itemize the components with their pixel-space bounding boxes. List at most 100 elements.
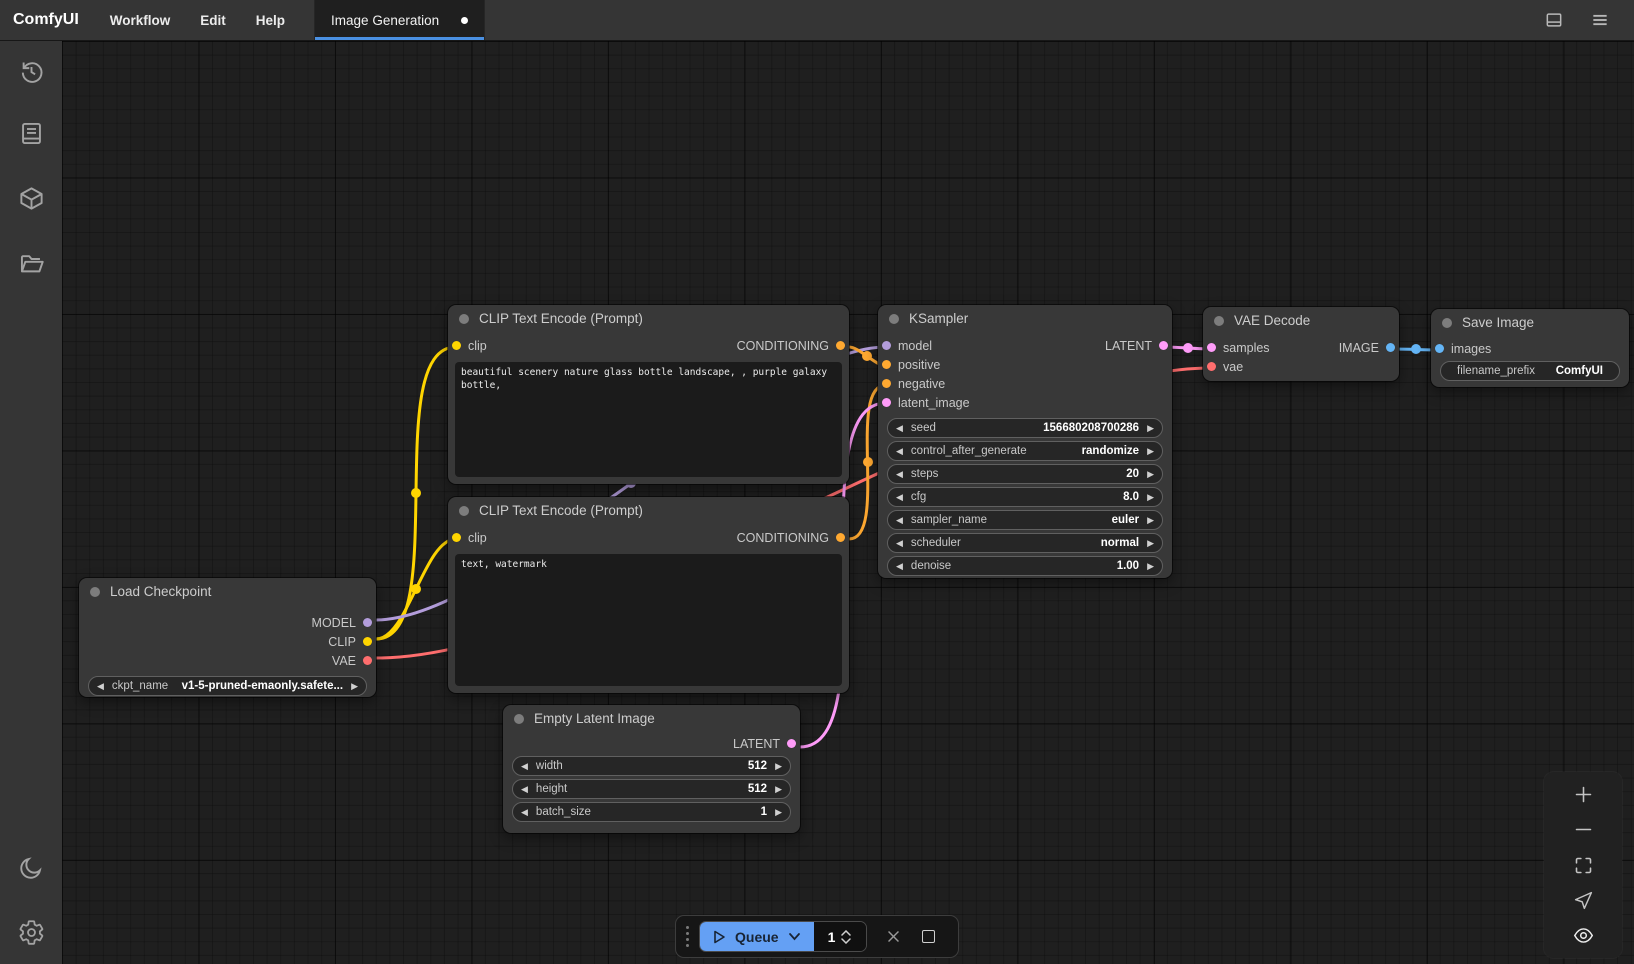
widget-ckpt-name[interactable]: ◀ ckpt_name v1-5-pruned-emaonly.safete..… bbox=[88, 676, 367, 696]
queue-list-icon[interactable] bbox=[18, 120, 45, 147]
stop-square-icon[interactable] bbox=[922, 930, 935, 943]
output-slot-vae[interactable] bbox=[363, 656, 372, 665]
increment-arrow-icon[interactable]: ▶ bbox=[351, 682, 358, 691]
negative-prompt-textarea[interactable]: text, watermark bbox=[455, 554, 842, 686]
increment-arrow-icon[interactable]: ▶ bbox=[1147, 493, 1154, 502]
batch-count-input[interactable]: 1 bbox=[814, 922, 866, 951]
decrement-arrow-icon[interactable]: ◀ bbox=[896, 516, 903, 525]
decrement-arrow-icon[interactable]: ◀ bbox=[896, 470, 903, 479]
select-arrow-icon[interactable] bbox=[1573, 890, 1594, 911]
node-title[interactable]: VAE Decode bbox=[1203, 307, 1399, 334]
collapse-dot-icon[interactable] bbox=[459, 314, 469, 324]
queue-button[interactable]: Queue bbox=[700, 922, 814, 951]
positive-prompt-textarea[interactable]: beautiful scenery nature glass bottle la… bbox=[455, 362, 842, 477]
workflows-folder-icon[interactable] bbox=[18, 250, 45, 277]
collapse-dot-icon[interactable] bbox=[90, 587, 100, 597]
collapse-dot-icon[interactable] bbox=[514, 714, 524, 724]
widget-cfg[interactable]: ◀ cfg 8.0 ▶ bbox=[887, 487, 1163, 507]
input-slot-vae[interactable] bbox=[1207, 362, 1216, 371]
hamburger-menu-icon[interactable] bbox=[1590, 10, 1610, 30]
output-slot-model[interactable] bbox=[363, 618, 372, 627]
stepper-up-icon[interactable] bbox=[841, 930, 851, 936]
widget-height[interactable]: ◀ height 512 ▶ bbox=[512, 779, 791, 799]
node-title[interactable]: Empty Latent Image bbox=[503, 705, 800, 732]
stepper-down-icon[interactable] bbox=[841, 938, 851, 944]
increment-arrow-icon[interactable]: ▶ bbox=[1147, 539, 1154, 548]
node-canvas[interactable]: Load Checkpoint MODEL CLIP VAE ◀ ckpt_na… bbox=[62, 41, 1634, 964]
output-slot-latent[interactable] bbox=[787, 739, 796, 748]
decrement-arrow-icon[interactable]: ◀ bbox=[521, 762, 528, 771]
widget-scheduler[interactable]: ◀ scheduler normal ▶ bbox=[887, 533, 1163, 553]
widget-filename-prefix[interactable]: filename_prefix ComfyUI bbox=[1440, 361, 1620, 381]
increment-arrow-icon[interactable]: ▶ bbox=[1147, 424, 1154, 433]
interrupt-x-icon[interactable] bbox=[885, 928, 902, 945]
input-slot-model[interactable] bbox=[882, 341, 891, 350]
menu-help[interactable]: Help bbox=[241, 0, 300, 40]
node-load-checkpoint[interactable]: Load Checkpoint MODEL CLIP VAE ◀ ckpt_na… bbox=[79, 578, 376, 697]
collapse-dot-icon[interactable] bbox=[1442, 318, 1452, 328]
output-slot-clip[interactable] bbox=[363, 637, 372, 646]
decrement-arrow-icon[interactable]: ◀ bbox=[97, 682, 104, 691]
increment-arrow-icon[interactable]: ▶ bbox=[1147, 562, 1154, 571]
node-save-image[interactable]: Save Image images filename_prefix ComfyU… bbox=[1431, 309, 1629, 387]
input-slot-samples[interactable] bbox=[1207, 343, 1216, 352]
widget-sampler-name[interactable]: ◀ sampler_name euler ▶ bbox=[887, 510, 1163, 530]
toggle-visibility-eye-icon[interactable] bbox=[1573, 925, 1594, 946]
bottom-panel-toggle-icon[interactable] bbox=[1544, 10, 1564, 30]
drag-handle-icon[interactable] bbox=[686, 926, 689, 947]
node-title[interactable]: Save Image bbox=[1431, 309, 1629, 336]
fit-view-icon[interactable] bbox=[1573, 855, 1594, 876]
chevron-down-icon[interactable] bbox=[788, 932, 801, 941]
increment-arrow-icon[interactable]: ▶ bbox=[775, 808, 782, 817]
decrement-arrow-icon[interactable]: ◀ bbox=[896, 562, 903, 571]
input-slot-clip[interactable] bbox=[452, 341, 461, 350]
output-slot-conditioning[interactable] bbox=[836, 533, 845, 542]
collapse-dot-icon[interactable] bbox=[889, 314, 899, 324]
input-slot-negative[interactable] bbox=[882, 379, 891, 388]
decrement-arrow-icon[interactable]: ◀ bbox=[896, 493, 903, 502]
zoom-in-icon[interactable] bbox=[1573, 784, 1594, 805]
output-slot-latent[interactable] bbox=[1159, 341, 1168, 350]
zoom-out-icon[interactable] bbox=[1573, 819, 1594, 840]
widget-control-after-generate[interactable]: ◀ control_after_generate randomize ▶ bbox=[887, 441, 1163, 461]
menu-edit[interactable]: Edit bbox=[185, 0, 241, 40]
increment-arrow-icon[interactable]: ▶ bbox=[1147, 447, 1154, 456]
node-clip-text-encode-negative[interactable]: CLIP Text Encode (Prompt) clip CONDITION… bbox=[448, 497, 849, 693]
model-library-cube-icon[interactable] bbox=[18, 185, 45, 212]
tab-image-generation[interactable]: Image Generation bbox=[315, 0, 485, 40]
node-title[interactable]: CLIP Text Encode (Prompt) bbox=[448, 497, 849, 524]
decrement-arrow-icon[interactable]: ◀ bbox=[896, 424, 903, 433]
history-icon[interactable] bbox=[18, 58, 45, 85]
widget-batch-size[interactable]: ◀ batch_size 1 ▶ bbox=[512, 802, 791, 822]
widget-steps[interactable]: ◀ steps 20 ▶ bbox=[887, 464, 1163, 484]
input-slot-latent-image[interactable] bbox=[882, 398, 891, 407]
output-slot-image[interactable] bbox=[1386, 343, 1395, 352]
node-vae-decode[interactable]: VAE Decode samples IMAGE vae bbox=[1203, 307, 1399, 381]
node-title[interactable]: Load Checkpoint bbox=[79, 578, 376, 605]
widget-denoise[interactable]: ◀ denoise 1.00 ▶ bbox=[887, 556, 1163, 576]
decrement-arrow-icon[interactable]: ◀ bbox=[896, 539, 903, 548]
input-slot-clip[interactable] bbox=[452, 533, 461, 542]
input-slot-images[interactable] bbox=[1435, 344, 1444, 353]
increment-arrow-icon[interactable]: ▶ bbox=[775, 762, 782, 771]
increment-arrow-icon[interactable]: ▶ bbox=[1147, 470, 1154, 479]
collapse-dot-icon[interactable] bbox=[1214, 316, 1224, 326]
menu-workflow[interactable]: Workflow bbox=[95, 0, 186, 40]
node-title[interactable]: KSampler bbox=[878, 305, 1172, 332]
increment-arrow-icon[interactable]: ▶ bbox=[1147, 516, 1154, 525]
input-slot-positive[interactable] bbox=[882, 360, 891, 369]
widget-width[interactable]: ◀ width 512 ▶ bbox=[512, 756, 791, 776]
decrement-arrow-icon[interactable]: ◀ bbox=[521, 808, 528, 817]
node-title[interactable]: CLIP Text Encode (Prompt) bbox=[448, 305, 849, 332]
theme-moon-icon[interactable] bbox=[18, 854, 45, 881]
node-ksampler[interactable]: KSampler model LATENT positive negative … bbox=[878, 305, 1172, 578]
collapse-dot-icon[interactable] bbox=[459, 506, 469, 516]
decrement-arrow-icon[interactable]: ◀ bbox=[896, 447, 903, 456]
decrement-arrow-icon[interactable]: ◀ bbox=[521, 785, 528, 794]
settings-gear-icon[interactable] bbox=[18, 919, 45, 946]
widget-seed[interactable]: ◀ seed 156680208700286 ▶ bbox=[887, 418, 1163, 438]
increment-arrow-icon[interactable]: ▶ bbox=[775, 785, 782, 794]
output-slot-conditioning[interactable] bbox=[836, 341, 845, 350]
node-empty-latent-image[interactable]: Empty Latent Image LATENT ◀ width 512 ▶ … bbox=[503, 705, 800, 833]
node-clip-text-encode-positive[interactable]: CLIP Text Encode (Prompt) clip CONDITION… bbox=[448, 305, 849, 484]
